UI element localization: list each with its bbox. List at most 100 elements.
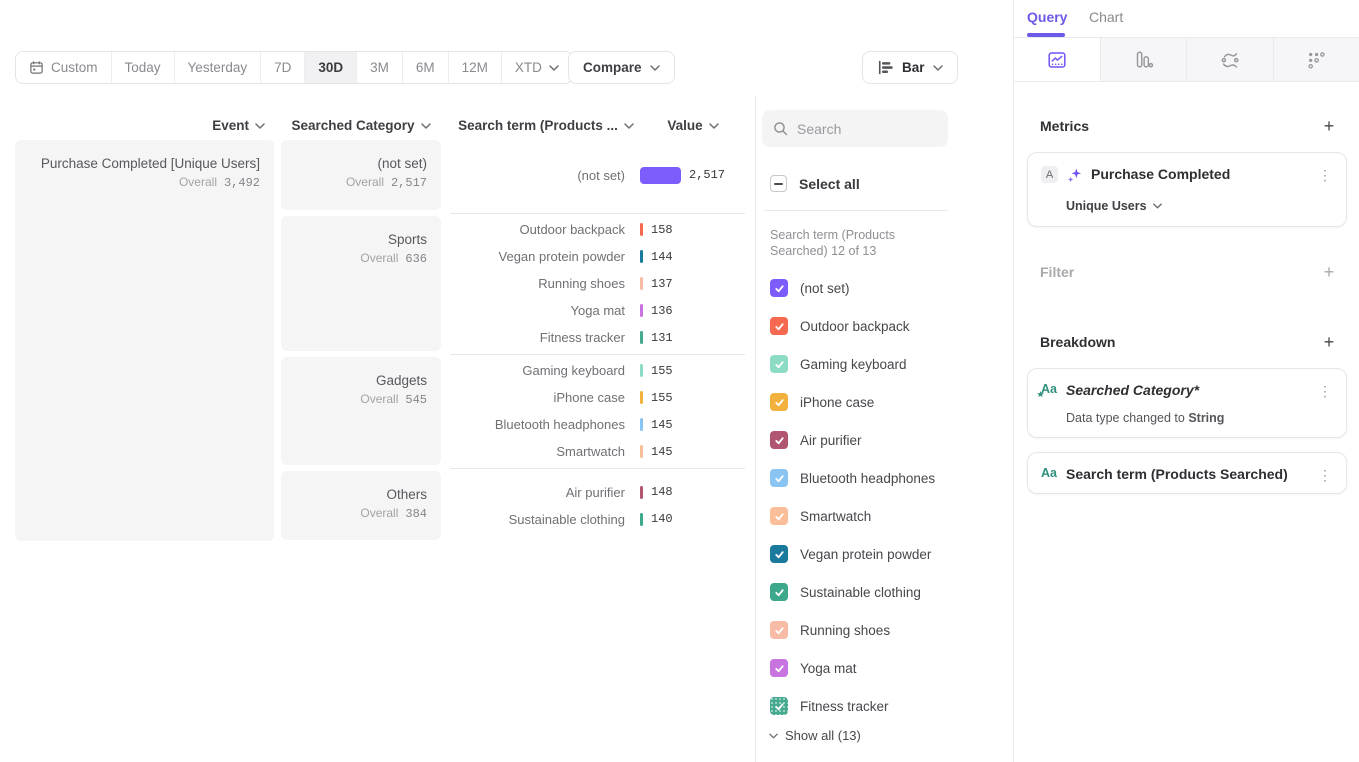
kebab-menu-icon[interactable]: ⋮ (1318, 467, 1332, 484)
breakdown-card-searched-category[interactable]: Aa Searched Category* ⋮ Data type change… (1027, 368, 1347, 438)
table-row[interactable]: Yoga mat 136 (450, 297, 750, 324)
chevron-down-icon (709, 123, 719, 129)
column-header-searched-category[interactable]: Searched Category (281, 117, 441, 134)
category-cell-sports[interactable]: Sports Overall636 (281, 216, 441, 351)
add-filter-button[interactable]: + (1320, 263, 1338, 281)
date-range-custom[interactable]: Custom (16, 52, 111, 83)
column-header-value[interactable]: Value (645, 117, 741, 134)
event-title: Purchase Completed [Unique Users] (15, 155, 260, 173)
tab-chart[interactable]: Chart (1089, 9, 1123, 25)
select-all-checkbox[interactable]: Select all (770, 175, 860, 192)
legend-item-checkbox[interactable]: Air purifier (770, 421, 1000, 459)
table-row[interactable]: Smartwatch 145 (450, 438, 750, 465)
search-input[interactable] (797, 121, 927, 137)
category-cell-not-set[interactable]: (not set) Overall2,517 (281, 140, 441, 210)
date-range-12m[interactable]: 12M (448, 52, 501, 83)
table-row[interactable]: Outdoor backpack 158 (450, 216, 750, 243)
column-header-event[interactable]: Event (15, 117, 265, 134)
breakdown-heading: Breakdown (1040, 334, 1115, 350)
tab-query[interactable]: Query (1027, 9, 1067, 25)
value-bar (640, 304, 643, 317)
date-range-yesterday[interactable]: Yesterday (174, 52, 261, 83)
report-type-tabs (1014, 38, 1359, 82)
kebab-menu-icon[interactable]: ⋮ (1318, 167, 1332, 184)
metric-letter-badge: A (1041, 166, 1058, 183)
table-row[interactable]: iPhone case 155 (450, 384, 750, 411)
legend-item-checkbox[interactable]: Yoga mat (770, 649, 1000, 687)
column-header-search-term[interactable]: Search term (Products ... (450, 117, 642, 134)
show-all-button[interactable]: Show all (13) (769, 728, 861, 743)
chart-type-dropdown[interactable]: Bar (862, 51, 958, 84)
rows-group-others: Air purifier 148 Sustainable clothing 14… (450, 471, 750, 540)
checkbox-icon (770, 469, 788, 487)
tab-funnels[interactable] (1100, 38, 1187, 81)
legend-group-label: Search term (Products Searched) 12 of 13 (770, 227, 948, 259)
app-root: Custom Today Yesterday 7D 30D 3M 6M 12M … (0, 0, 1359, 762)
breakdown-card-search-term[interactable]: Aa Search term (Products Searched) ⋮ (1027, 452, 1347, 494)
search-icon (773, 121, 788, 136)
table-row[interactable]: Sustainable clothing 140 (450, 506, 750, 533)
checkbox-icon (770, 583, 788, 601)
kebab-menu-icon[interactable]: ⋮ (1318, 383, 1332, 400)
legend-item-checkbox[interactable]: iPhone case (770, 383, 1000, 421)
legend-item-checkbox[interactable]: Running shoes (770, 611, 1000, 649)
legend-item-checkbox[interactable]: Fitness tracker (770, 687, 1000, 725)
table-row[interactable]: Vegan protein powder 144 (450, 243, 750, 270)
value-bar (640, 513, 643, 526)
metric-title: Purchase Completed (1091, 166, 1230, 182)
date-range-7d[interactable]: 7D (260, 52, 304, 83)
category-cell-others[interactable]: Others Overall384 (281, 471, 441, 540)
add-metric-button[interactable]: + (1320, 117, 1338, 135)
value-bar (640, 223, 643, 236)
modified-asterisk-icon (1037, 391, 1044, 398)
compare-button[interactable]: Compare (568, 51, 675, 84)
date-range-3m[interactable]: 3M (356, 52, 402, 83)
value-rows-column: (not set) 2,517 Outdoor backpack 158 Veg… (450, 140, 750, 542)
add-breakdown-button[interactable]: + (1320, 333, 1338, 351)
event-cell[interactable]: Purchase Completed [Unique Users] Overal… (15, 140, 274, 541)
table-row[interactable]: Bluetooth headphones 145 (450, 411, 750, 438)
search-box (762, 110, 948, 147)
table-row[interactable]: Air purifier 148 (450, 479, 750, 506)
value-bar (640, 167, 681, 184)
table-row[interactable]: Fitness tracker 131 (450, 324, 750, 351)
chevron-down-icon (421, 123, 431, 129)
checkbox-icon (770, 659, 788, 677)
table-row[interactable]: (not set) 2,517 (450, 162, 750, 189)
tab-flows[interactable] (1186, 38, 1273, 81)
legend-item-checkbox[interactable]: Gaming keyboard (770, 345, 1000, 383)
legend-item-checkbox[interactable]: Sustainable clothing (770, 573, 1000, 611)
value-bar (640, 391, 643, 404)
group-divider (450, 354, 745, 355)
legend-item-checkbox[interactable]: Smartwatch (770, 497, 1000, 535)
checkbox-icon (770, 697, 788, 715)
legend-item-checkbox[interactable]: Outdoor backpack (770, 307, 1000, 345)
legend-item-checkbox[interactable]: Bluetooth headphones (770, 459, 1000, 497)
date-range-6m[interactable]: 6M (402, 52, 448, 83)
query-panel: Query Chart (1013, 0, 1359, 762)
date-range-today[interactable]: Today (111, 52, 174, 83)
tab-insights[interactable] (1014, 38, 1100, 81)
date-range-30d-selected[interactable]: 30D (304, 52, 356, 83)
chevron-down-icon (769, 733, 778, 739)
measure-dropdown[interactable]: Unique Users (1066, 199, 1162, 213)
filter-heading: Filter (1040, 264, 1074, 280)
date-range-xtd[interactable]: XTD (501, 52, 572, 83)
legend-item-checkbox[interactable]: Vegan protein powder (770, 535, 1000, 573)
funnels-icon (1132, 49, 1154, 71)
rows-group-not-set: (not set) 2,517 (450, 140, 750, 210)
metric-card[interactable]: A Purchase Completed ⋮ Unique Users (1027, 152, 1347, 227)
table-row[interactable]: Gaming keyboard 155 (450, 357, 750, 384)
table-row[interactable]: Running shoes 137 (450, 270, 750, 297)
active-tab-underline (1027, 33, 1065, 37)
value-bar (640, 331, 643, 344)
tab-retention[interactable] (1273, 38, 1359, 81)
event-sparkle-icon (1067, 167, 1083, 183)
value-bar (640, 418, 643, 431)
compare-label: Compare (583, 60, 642, 75)
string-property-icon: Aa (1041, 466, 1057, 480)
legend-item-checkbox[interactable]: (not set) (770, 269, 1000, 307)
legend-filter-panel: Select all Search term (Products Searche… (755, 96, 1013, 762)
category-cell-gadgets[interactable]: Gadgets Overall545 (281, 357, 441, 465)
insights-icon (1046, 49, 1068, 71)
